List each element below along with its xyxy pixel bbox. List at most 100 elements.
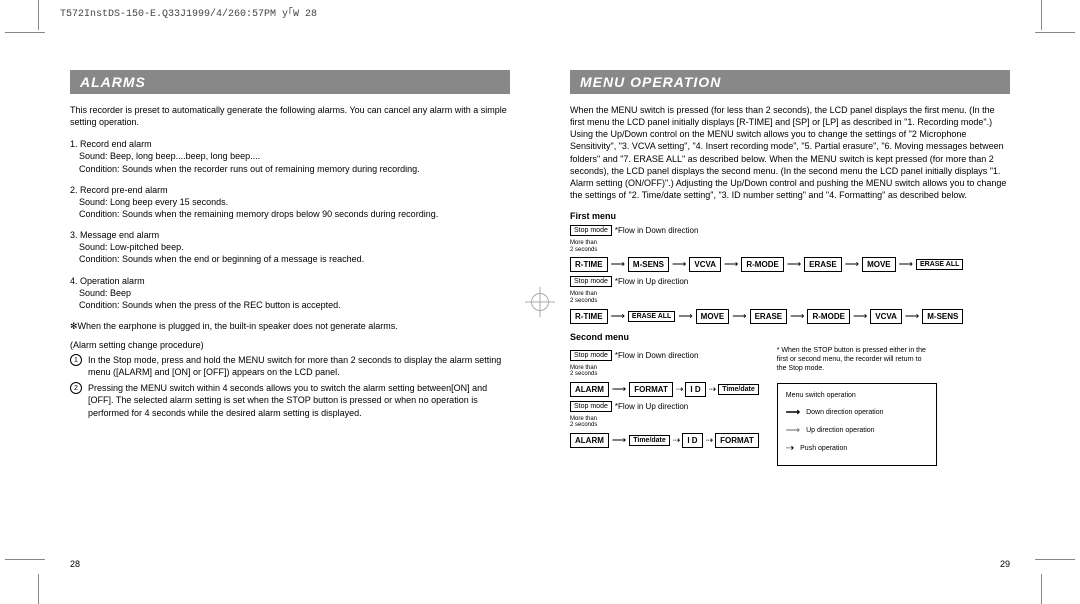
alarm-sound: Sound: Long beep every 15 seconds.: [70, 196, 510, 208]
legend-label: Up direction operation: [806, 425, 875, 436]
stop-button-note: * When the STOP button is pressed either…: [777, 346, 927, 373]
alarm-sound: Sound: Beep: [70, 287, 510, 299]
arrow-right-icon: [724, 259, 738, 270]
alarm-item: 4. Operation alarm Sound: Beep Condition…: [70, 275, 510, 311]
duration-note: More than2 seconds: [570, 416, 759, 429]
procedure-text: In the Stop mode, press and hold the MEN…: [88, 354, 510, 378]
duration-note: More than2 seconds: [570, 291, 1010, 304]
arrow-right-icon: [732, 311, 746, 322]
menu-box: I D: [682, 433, 702, 448]
crop-mark: [1041, 574, 1042, 604]
alarm-item: 3. Message end alarm Sound: Low-pitched …: [70, 229, 510, 265]
arrow-right-icon: [853, 311, 867, 322]
flow-direction-label: *Flow in Down direction: [615, 226, 699, 235]
arrow-solid-icon: [786, 405, 800, 421]
legend-label: Down direction operation: [806, 407, 883, 418]
arrow-dash-icon: [786, 441, 794, 457]
section-header-alarms: ALARMS: [70, 70, 510, 94]
crop-mark: [5, 8, 45, 33]
arrow-right-icon: [899, 259, 913, 270]
menu-flow-down: ALARM FORMAT I D Time/date: [570, 382, 759, 397]
duration-note: More than2 seconds: [570, 240, 1010, 253]
menu-box: Time/date: [629, 435, 670, 446]
menu-box: ALARM: [570, 433, 609, 448]
step-number-icon: 1: [70, 354, 82, 366]
menu-box: M-SENS: [628, 257, 669, 272]
menu-box: ALARM: [570, 382, 609, 397]
procedure-step: 2 Pressing the MENU switch within 4 seco…: [70, 382, 510, 418]
flow-direction-label: *Flow in Up direction: [615, 277, 688, 286]
crop-mark: [38, 574, 39, 604]
menu-box: R-TIME: [570, 309, 608, 324]
menu-box: FORMAT: [715, 433, 759, 448]
alarm-condition: Condition: Sounds when the recorder runs…: [70, 163, 510, 175]
alarm-title: Message end alarm: [80, 230, 159, 240]
alarm-sound: Sound: Low-pitched beep.: [70, 241, 510, 253]
arrow-right-icon: [612, 384, 626, 395]
first-menu-heading: First menu: [570, 211, 1010, 221]
flow-direction-label: *Flow in Up direction: [615, 402, 688, 411]
menu-box: ERASE ALL: [628, 311, 675, 322]
alarms-intro: This recorder is preset to automatically…: [70, 104, 510, 128]
crop-mark: [5, 559, 45, 584]
stop-mode-box: Stop mode: [570, 225, 612, 236]
page-number: 28: [70, 559, 80, 569]
step-number-icon: 2: [70, 382, 82, 394]
arrow-outline-icon: [786, 423, 800, 439]
page-left: ALARMS This recorder is preset to automa…: [70, 70, 510, 564]
menu-box: MOVE: [862, 257, 896, 272]
menu-flow-down: R-TIME M-SENS VCVA R-MODE ERASE MOVE ERA…: [570, 257, 1010, 272]
alarm-number: 1.: [70, 139, 78, 149]
alarm-condition: Condition: Sounds when the press of the …: [70, 299, 510, 311]
procedure-step: 1 In the Stop mode, press and hold the M…: [70, 354, 510, 378]
dash-arrow-icon: [676, 384, 683, 395]
menu-box: VCVA: [870, 309, 902, 324]
page-right: MENU OPERATION When the MENU switch is p…: [570, 70, 1010, 564]
print-header-code: T572InstDS-150-E.Q33J1999/4/260:57PM y｢W…: [60, 4, 317, 20]
crop-mark: [38, 0, 39, 30]
menu-box: M-SENS: [922, 309, 963, 324]
page-number: 29: [1000, 559, 1010, 569]
arrow-right-icon: [612, 435, 626, 446]
stop-mode-box: Stop mode: [570, 276, 612, 287]
menu-flow-up: ALARM Time/date I D FORMAT: [570, 433, 759, 448]
stop-mode-box: Stop mode: [570, 401, 612, 412]
alarm-condition: Condition: Sounds when the remaining mem…: [70, 208, 510, 220]
arrow-right-icon: [611, 259, 625, 270]
alarm-condition: Condition: Sounds when the end or beginn…: [70, 253, 510, 265]
alarm-sound: Sound: Beep, long beep....beep, long bee…: [70, 150, 510, 162]
menu-box: R-MODE: [807, 309, 849, 324]
crop-mark: [1041, 0, 1042, 30]
menu-box: R-TIME: [570, 257, 608, 272]
arrow-right-icon: [611, 311, 625, 322]
legend-title: Menu switch operation: [786, 390, 928, 401]
alarm-number: 3.: [70, 230, 78, 240]
menu-flow-up: R-TIME ERASE ALL MOVE ERASE R-MODE VCVA …: [570, 309, 1010, 324]
duration-note: More than2 seconds: [570, 365, 759, 378]
menu-box: MOVE: [696, 309, 730, 324]
menu-diagrams: First menu Stop mode *Flow in Down direc…: [570, 211, 1010, 466]
second-menu-aside: * When the STOP button is pressed either…: [777, 346, 937, 466]
flow-direction-label: *Flow in Down direction: [615, 351, 699, 360]
arrow-right-icon: [845, 259, 859, 270]
procedure-title: (Alarm setting change procedure): [70, 340, 510, 350]
menu-box: ERASE ALL: [916, 259, 963, 270]
legend-label: Push operation: [800, 443, 847, 454]
alarm-title: Record end alarm: [80, 139, 152, 149]
section-header-menu: MENU OPERATION: [570, 70, 1010, 94]
arrow-right-icon: [905, 311, 919, 322]
procedure-text: Pressing the MENU switch within 4 second…: [88, 382, 510, 418]
alarm-number: 4.: [70, 276, 78, 286]
legend-box: Menu switch operation Down direction ope…: [777, 383, 937, 466]
stop-mode-box: Stop mode: [570, 350, 612, 361]
alarm-number: 2.: [70, 185, 78, 195]
arrow-right-icon: [672, 259, 686, 270]
second-menu-flows: Stop mode *Flow in Down direction More t…: [570, 346, 759, 452]
alarm-item: 2. Record pre-end alarm Sound: Long beep…: [70, 184, 510, 220]
menu-box: VCVA: [689, 257, 721, 272]
arrow-right-icon: [787, 259, 801, 270]
second-menu-heading: Second menu: [570, 332, 1010, 342]
menu-intro: When the MENU switch is pressed (for les…: [570, 104, 1010, 201]
alarms-earphone-note: ✻When the earphone is plugged in, the bu…: [70, 321, 510, 332]
menu-box: ERASE: [750, 309, 788, 324]
